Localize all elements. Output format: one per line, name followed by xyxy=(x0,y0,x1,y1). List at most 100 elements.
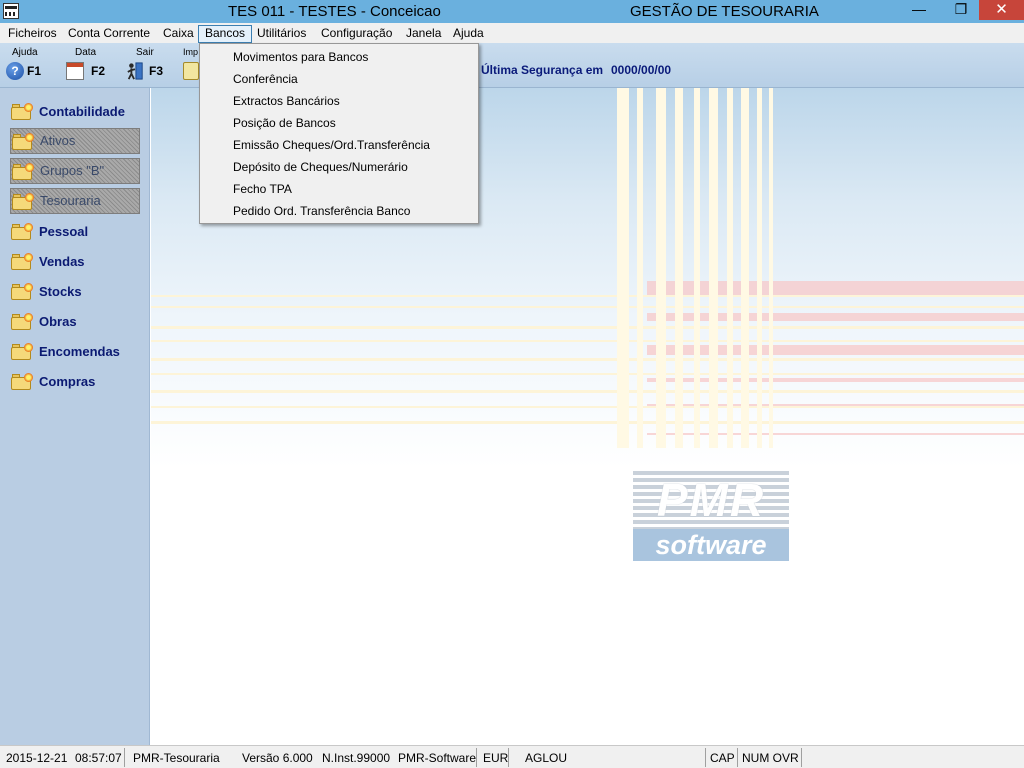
decorative-stripe xyxy=(694,88,700,448)
status-app: PMR-Tesouraria xyxy=(133,751,220,765)
title-bar: TES 011 - TESTES - Conceicao GESTÃO DE T… xyxy=(0,0,1024,23)
restore-button[interactable]: ❐ xyxy=(947,0,975,20)
folder-icon xyxy=(11,343,33,360)
decorative-stripe xyxy=(617,88,629,448)
sidebar-item-tesouraria[interactable]: Tesouraria xyxy=(10,188,140,214)
logo-pmr-text: PMR xyxy=(633,471,789,529)
exit-button[interactable]: Sair F3 xyxy=(125,47,167,85)
decorative-stripe xyxy=(727,88,733,448)
calendar-icon xyxy=(66,62,84,80)
sidebar-item-pessoal[interactable]: Pessoal xyxy=(10,219,140,243)
status-currency: EUR xyxy=(483,751,509,765)
menu-item-emissao-cheques[interactable]: Emissão Cheques/Ord.Transferência xyxy=(233,134,430,156)
folder-icon xyxy=(11,373,33,390)
folder-icon xyxy=(12,163,34,180)
status-caps: CAP xyxy=(710,751,735,765)
menu-item-movimentos[interactable]: Movimentos para Bancos xyxy=(233,46,368,68)
last-backup-date: 0000/00/00 xyxy=(611,63,672,77)
decorative-stripe xyxy=(151,306,1024,308)
status-vendor: PMR-Software xyxy=(398,751,477,765)
decorative-stripe xyxy=(757,88,762,448)
print-icon xyxy=(183,62,199,80)
status-separator xyxy=(705,748,706,767)
sidebar-item-compras[interactable]: Compras xyxy=(10,369,140,393)
decorative-stripe xyxy=(151,340,1024,342)
date-key: F2 xyxy=(91,64,106,78)
sidebar-item-label: Compras xyxy=(39,374,96,389)
sidebar-item-encomendas[interactable]: Encomendas xyxy=(10,339,140,363)
decorative-stripe xyxy=(656,88,666,448)
bancos-menu: Movimentos para Bancos Conferência Extra… xyxy=(199,43,479,224)
minimize-button[interactable]: — xyxy=(905,0,933,20)
decorative-stripe xyxy=(151,390,1024,393)
menu-item-extractos[interactable]: Extractos Bancários xyxy=(233,90,340,112)
status-install: N.Inst.99000 xyxy=(322,751,391,765)
sidebar-item-stocks[interactable]: Stocks xyxy=(10,279,140,303)
menu-item-pedido-ord[interactable]: Pedido Ord. Transferência Banco xyxy=(233,200,410,222)
menu-item-deposito[interactable]: Depósito de Cheques/Numerário xyxy=(233,156,408,178)
decorative-stripe xyxy=(647,345,1024,355)
status-time: 08:57:07 xyxy=(75,751,122,765)
sidebar-item-ativos[interactable]: Ativos xyxy=(10,128,140,154)
status-user: AGLOU xyxy=(525,751,568,765)
folder-icon xyxy=(11,253,33,270)
decorative-stripe xyxy=(151,373,1024,375)
help-button[interactable]: Ajuda ? F1 xyxy=(6,47,46,85)
status-bar: 2015-12-21 08:57:07 PMR-Tesouraria Versã… xyxy=(0,745,1024,768)
menu-item-fecho-tpa[interactable]: Fecho TPA xyxy=(233,178,292,200)
sidebar-item-label: Obras xyxy=(39,314,77,329)
close-button[interactable]: ✕ xyxy=(979,0,1024,20)
menu-ficheiros[interactable]: Ficheiros xyxy=(2,25,63,43)
decorative-stripe xyxy=(151,406,1024,408)
sidebar-item-grupos-b[interactable]: Grupos "B" xyxy=(10,158,140,184)
menu-janela[interactable]: Janela xyxy=(400,25,447,43)
status-num-ovr: NUM OVR xyxy=(742,751,799,765)
status-separator xyxy=(801,748,802,767)
decorative-stripe xyxy=(647,313,1024,321)
decorative-stripe xyxy=(647,281,1024,295)
window-subtitle: GESTÃO DE TESOURARIA xyxy=(630,3,819,20)
folder-icon xyxy=(12,193,34,210)
decorative-stripe xyxy=(741,88,749,448)
menu-ajuda[interactable]: Ajuda xyxy=(447,25,490,43)
sidebar-item-label: Tesouraria xyxy=(40,193,101,208)
status-separator xyxy=(508,748,509,767)
menu-item-posicao[interactable]: Posição de Bancos xyxy=(233,112,336,134)
app-icon[interactable] xyxy=(3,3,19,19)
menu-caixa[interactable]: Caixa xyxy=(157,25,200,43)
sidebar-item-vendas[interactable]: Vendas xyxy=(10,249,140,273)
sidebar-item-obras[interactable]: Obras xyxy=(10,309,140,333)
pmr-software-logo: PMR software xyxy=(633,471,789,561)
sidebar-item-contabilidade[interactable]: Contabilidade xyxy=(10,99,140,123)
menu-configuracao[interactable]: Configuração xyxy=(315,25,398,43)
menu-bancos[interactable]: Bancos xyxy=(198,25,253,43)
exit-icon xyxy=(127,62,143,80)
decorative-stripe xyxy=(647,378,1024,382)
logo-software-text: software xyxy=(633,529,789,561)
decorative-stripe xyxy=(709,88,718,448)
exit-caption: Sair xyxy=(136,47,154,58)
menu-utilitarios[interactable]: Utilitários xyxy=(251,25,312,43)
menu-bar: Ficheiros Conta Corrente Caixa Bancos Ut… xyxy=(0,23,1024,43)
print-button[interactable]: Imp xyxy=(183,47,199,85)
date-button[interactable]: Data F2 xyxy=(66,47,110,85)
menu-conta-corrente[interactable]: Conta Corrente xyxy=(62,25,156,43)
print-caption: Imp xyxy=(183,47,199,57)
help-icon: ? xyxy=(6,62,24,80)
status-separator xyxy=(476,748,477,767)
folder-icon xyxy=(11,223,33,240)
help-caption: Ajuda xyxy=(12,47,38,58)
sidebar-item-label: Contabilidade xyxy=(39,104,125,119)
decorative-stripe xyxy=(151,326,1024,329)
decorative-stripe xyxy=(151,295,1024,297)
help-key: F1 xyxy=(27,64,42,78)
status-separator xyxy=(737,748,738,767)
decorative-stripe xyxy=(769,88,773,448)
menu-item-conferencia[interactable]: Conferência xyxy=(233,68,298,90)
sidebar-item-label: Stocks xyxy=(39,284,82,299)
sidebar-item-label: Ativos xyxy=(40,133,76,148)
decorative-stripe xyxy=(647,433,1024,435)
decorative-stripe xyxy=(637,88,643,448)
module-sidebar: Contabilidade Ativos Grupos "B" Tesourar… xyxy=(0,88,150,745)
folder-icon xyxy=(11,283,33,300)
